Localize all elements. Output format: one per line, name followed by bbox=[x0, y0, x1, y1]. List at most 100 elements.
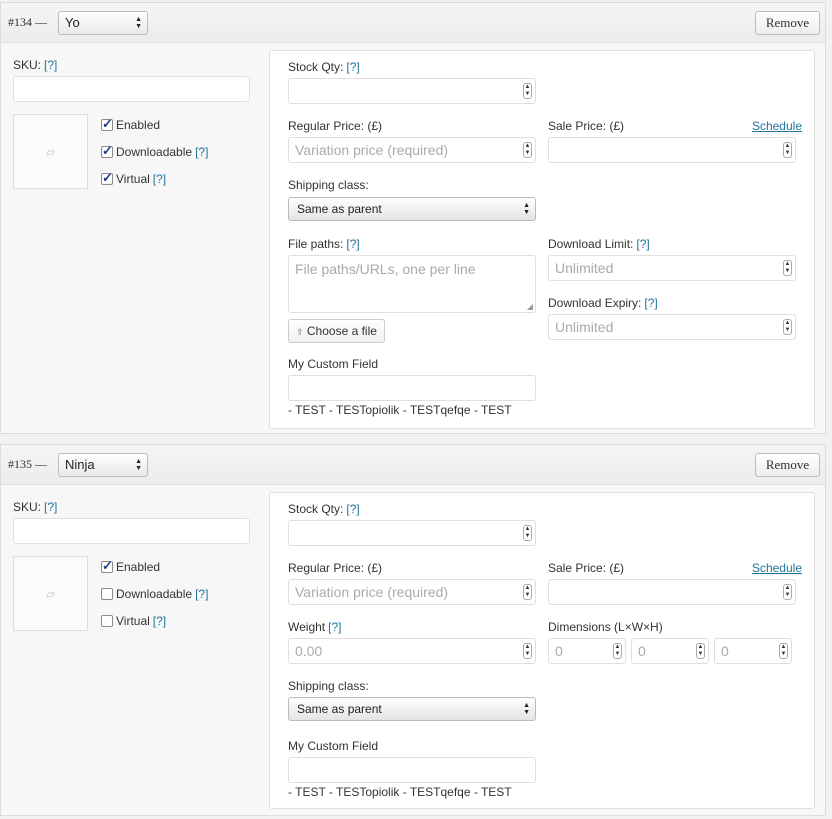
custom-field-meta-text: - TEST - TESTopiolik - TESTqefqe - TEST bbox=[288, 403, 512, 417]
download-expiry-label: Download Expiry: [?] bbox=[548, 296, 658, 310]
sku-help-link[interactable]: [?] bbox=[44, 58, 57, 72]
custom-field-label: My Custom Field bbox=[288, 739, 379, 753]
shipping-class-select[interactable]: Same as parent ▲ ▼ bbox=[288, 197, 536, 221]
variation-data-panel: Stock Qty: [?] ▲ ▼ Regular Price: (£) Vari… bbox=[269, 492, 815, 809]
download-expiry-input[interactable]: Unlimited ▲ ▼ bbox=[548, 314, 796, 340]
variation-attribute-value: Ninja bbox=[65, 457, 95, 472]
shipping-class-label: Shipping class: bbox=[288, 679, 369, 693]
number-spinner-icon[interactable]: ▲ ▼ bbox=[783, 319, 792, 335]
variation-header: #134 — Yo ▲ ▼ Remove bbox=[1, 3, 825, 43]
weight-label: Weight [?] bbox=[288, 620, 342, 634]
number-spinner-icon[interactable]: ▲ ▼ bbox=[783, 260, 792, 276]
sku-label: SKU: [?] bbox=[13, 500, 58, 514]
enabled-checkbox[interactable] bbox=[101, 116, 113, 132]
dimensions-label: Dimensions (L×W×H) bbox=[548, 620, 663, 634]
schedule-link[interactable]: Schedule bbox=[752, 561, 802, 575]
upload-icon: ⇪ bbox=[296, 327, 304, 337]
remove-variation-button[interactable]: Remove bbox=[755, 453, 820, 477]
regular-price-input[interactable]: Variation price (required) ▲ ▼ bbox=[288, 579, 536, 605]
weight-input[interactable]: 0.00 ▲ ▼ bbox=[288, 638, 536, 664]
number-spinner-icon[interactable]: ▲ ▼ bbox=[523, 83, 532, 99]
number-spinner-icon[interactable]: ▲ ▼ bbox=[523, 584, 532, 600]
number-spinner-icon[interactable]: ▲ ▼ bbox=[696, 643, 705, 659]
downloadable-checkbox-row: Downloadable[?] bbox=[101, 587, 208, 601]
sku-input[interactable] bbox=[13, 76, 250, 102]
download-limit-label: Download Limit: [?] bbox=[548, 237, 650, 251]
select-arrows-icon: ▲ ▼ bbox=[523, 702, 530, 716]
number-spinner-icon[interactable]: ▲ ▼ bbox=[523, 525, 532, 541]
image-placeholder-icon: ▱ bbox=[46, 146, 55, 158]
sale-price-input[interactable]: ▲ ▼ bbox=[548, 579, 796, 605]
custom-field-label: My Custom Field bbox=[288, 357, 379, 371]
custom-field-meta-text: - TEST - TESTopiolik - TESTqefqe - TEST bbox=[288, 785, 512, 799]
custom-field-input[interactable] bbox=[288, 375, 536, 401]
virtual-checkbox[interactable] bbox=[101, 170, 113, 186]
number-spinner-icon[interactable]: ▲ ▼ bbox=[779, 643, 788, 659]
variation-data-panel: Stock Qty: [?] ▲ ▼ Regular Price: (£) Vari… bbox=[269, 50, 815, 429]
variation-id: #135 — bbox=[8, 457, 47, 471]
sku-help-link[interactable]: [?] bbox=[44, 500, 57, 514]
image-placeholder-icon: ▱ bbox=[46, 588, 55, 600]
virtual-checkbox-row: Virtual[?] bbox=[101, 170, 166, 186]
stock-qty-label: Stock Qty: [?] bbox=[288, 60, 360, 74]
number-spinner-icon[interactable]: ▲ ▼ bbox=[613, 643, 622, 659]
select-arrows-icon: ▲ ▼ bbox=[135, 458, 142, 472]
stock-qty-label: Stock Qty: [?] bbox=[288, 502, 360, 516]
enabled-checkbox[interactable] bbox=[101, 558, 113, 574]
regular-price-input[interactable]: Variation price (required) ▲ ▼ bbox=[288, 137, 536, 163]
choose-file-button[interactable]: ⇪ Choose a file bbox=[288, 319, 385, 343]
virtual-checkbox-row: Virtual[?] bbox=[101, 614, 166, 628]
remove-variation-button[interactable]: Remove bbox=[755, 11, 820, 35]
file-paths-label: File paths: [?] bbox=[288, 237, 360, 251]
virtual-help-link[interactable]: [?] bbox=[153, 172, 166, 186]
shipping-class-select[interactable]: Same as parent ▲ ▼ bbox=[288, 697, 536, 721]
variation-id: #134 — bbox=[8, 15, 47, 29]
number-spinner-icon[interactable]: ▲ ▼ bbox=[523, 643, 532, 659]
variation-attribute-select[interactable]: Yo ▲ ▼ bbox=[58, 11, 148, 35]
download-limit-help-link[interactable]: [?] bbox=[636, 237, 649, 251]
downloadable-checkbox[interactable] bbox=[101, 143, 113, 159]
regular-price-label: Regular Price: (£) bbox=[288, 119, 383, 133]
download-limit-input[interactable]: Unlimited ▲ ▼ bbox=[548, 255, 796, 281]
stock-qty-help-link[interactable]: [?] bbox=[346, 502, 359, 516]
virtual-checkbox[interactable] bbox=[101, 615, 113, 627]
variation-header: #135 — Ninja ▲ ▼ Remove bbox=[1, 445, 825, 485]
sale-price-label: Sale Price: (£) bbox=[548, 119, 625, 133]
stock-qty-input[interactable]: ▲ ▼ bbox=[288, 520, 536, 546]
dimension-length-input[interactable]: 0 ▲ ▼ bbox=[548, 638, 626, 664]
sku-label: SKU: [?] bbox=[13, 58, 58, 72]
sku-input[interactable] bbox=[13, 518, 250, 544]
select-arrows-icon: ▲ ▼ bbox=[135, 16, 142, 30]
variation-attribute-value: Yo bbox=[65, 15, 80, 30]
shipping-class-label: Shipping class: bbox=[288, 178, 369, 192]
downloadable-checkbox[interactable] bbox=[101, 588, 113, 600]
enabled-checkbox-row: Enabled bbox=[101, 116, 160, 132]
resize-grip-icon[interactable]: ◢ bbox=[527, 302, 533, 311]
variation-attribute-select[interactable]: Ninja ▲ ▼ bbox=[58, 453, 148, 477]
sale-price-input[interactable]: ▲ ▼ bbox=[548, 137, 796, 163]
number-spinner-icon[interactable]: ▲ ▼ bbox=[783, 142, 792, 158]
custom-field-input[interactable] bbox=[288, 757, 536, 783]
number-spinner-icon[interactable]: ▲ ▼ bbox=[783, 584, 792, 600]
variation-134: #134 — Yo ▲▼ Remove SKU:[?] ▱ Enabled Do… bbox=[0, 2, 826, 434]
weight-help-link[interactable]: [?] bbox=[328, 620, 341, 634]
downloadable-checkbox-row: Downloadable[?] bbox=[101, 143, 208, 159]
select-arrows-icon: ▲ ▼ bbox=[523, 202, 530, 216]
variation-image-upload[interactable]: ▱ bbox=[13, 114, 88, 189]
sale-price-label: Sale Price: (£) bbox=[548, 561, 625, 575]
variation-135: #135 — Ninja ▲▼ Remove SKU:[?] ▱ Enabled… bbox=[0, 444, 826, 816]
file-paths-textarea[interactable]: File paths/URLs, one per line ◢ bbox=[288, 255, 536, 313]
enabled-checkbox-row: Enabled bbox=[101, 558, 160, 574]
file-paths-help-link[interactable]: [?] bbox=[346, 237, 359, 251]
downloadable-help-link[interactable]: [?] bbox=[195, 145, 208, 159]
variation-image-upload[interactable]: ▱ bbox=[13, 556, 88, 631]
number-spinner-icon[interactable]: ▲ ▼ bbox=[523, 142, 532, 158]
downloadable-help-link[interactable]: [?] bbox=[195, 587, 208, 601]
download-expiry-help-link[interactable]: [?] bbox=[644, 296, 657, 310]
stock-qty-help-link[interactable]: [?] bbox=[346, 60, 359, 74]
virtual-help-link[interactable]: [?] bbox=[153, 614, 166, 628]
stock-qty-input[interactable]: ▲ ▼ bbox=[288, 78, 536, 104]
dimension-height-input[interactable]: 0 ▲ ▼ bbox=[714, 638, 792, 664]
schedule-link[interactable]: Schedule bbox=[752, 119, 802, 133]
dimension-width-input[interactable]: 0 ▲ ▼ bbox=[631, 638, 709, 664]
